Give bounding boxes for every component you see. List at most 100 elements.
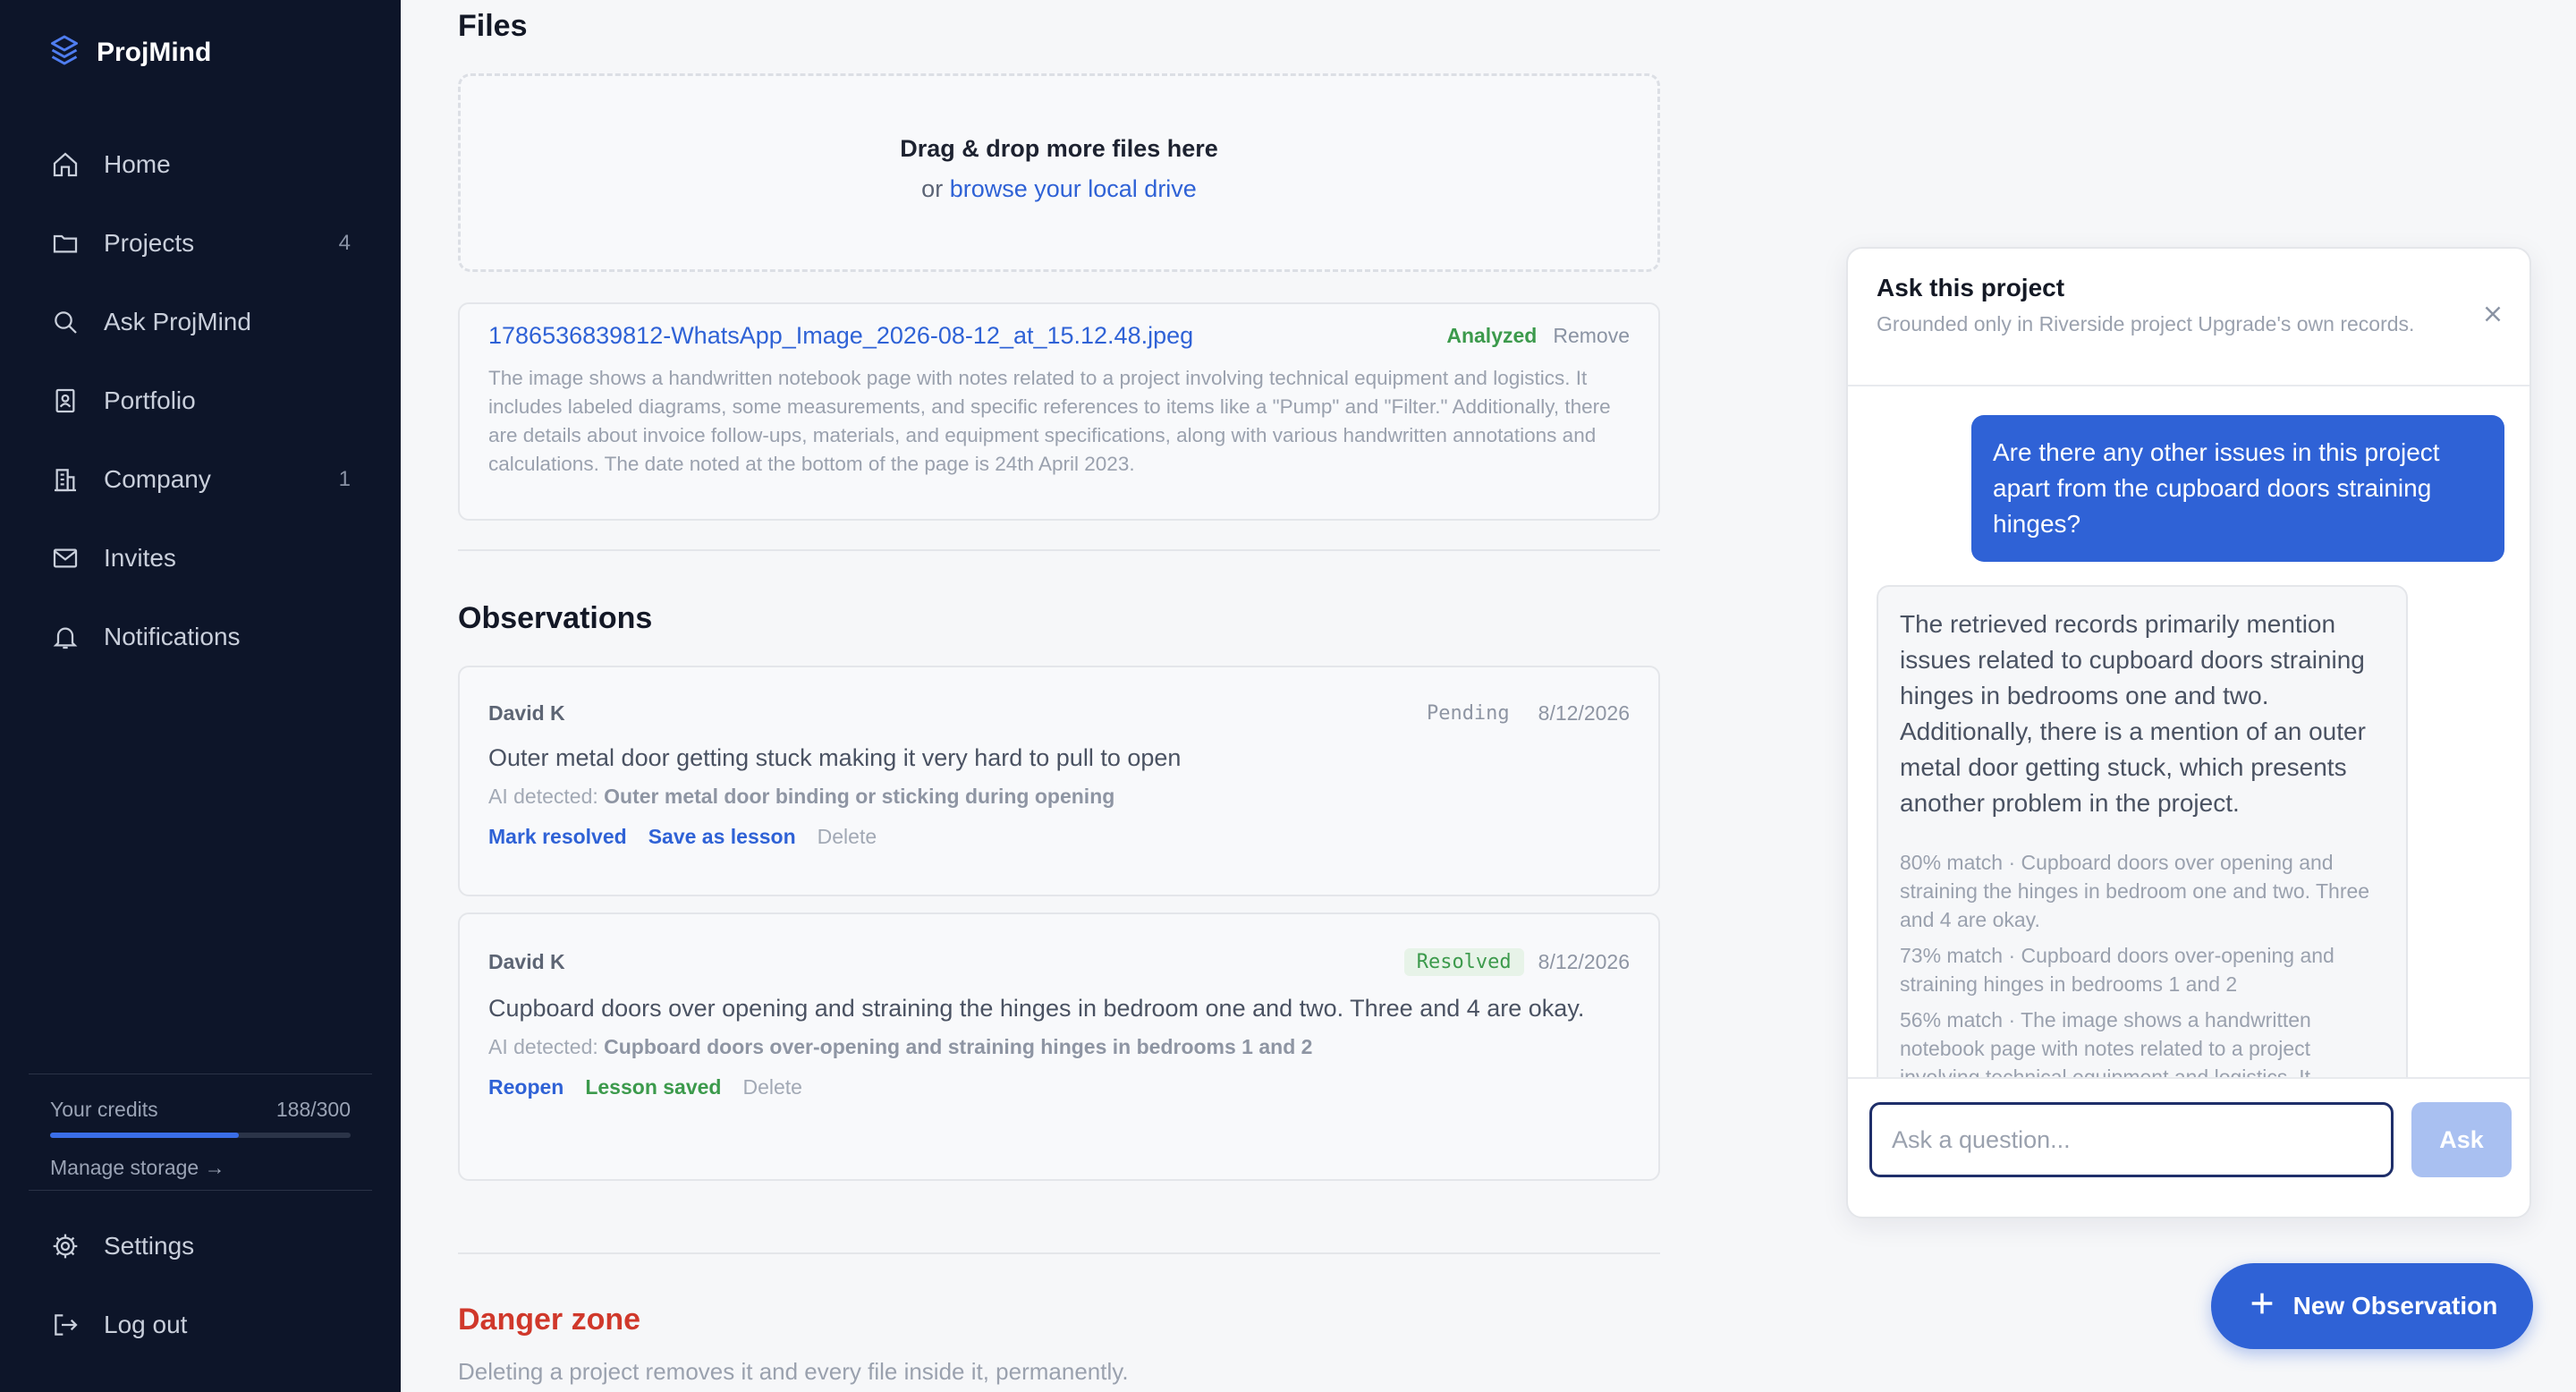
dropzone-title: Drag & drop more files here [900,135,1218,162]
user-message: Are there any other issues in this proje… [1971,415,2504,562]
credits-value: 188/300 [275,1098,351,1121]
ask-question-input[interactable] [1869,1102,2394,1177]
file-status-badge: Analyzed [1446,324,1538,347]
delete-button[interactable]: Delete [742,1075,801,1099]
observation-author: David K [488,701,565,725]
assistant-message-text: The retrieved records primarily mention … [1900,610,2366,817]
file-card: 1786536839812-WhatsApp_Image_2026-08-12_… [458,302,1660,521]
new-observation-button[interactable]: New Observation [2211,1263,2533,1349]
sidebar-bottom: Settings Log out [29,1190,372,1364]
observation-text: Cupboard doors over opening and strainin… [488,995,1585,1022]
sidebar-item-label: Home [104,150,171,178]
ai-prefix: AI detected: [488,785,598,808]
observation-card: David K Pending 8/12/2026 Outer metal do… [458,666,1660,896]
sidebar-item-count: 4 [338,231,351,255]
ask-panel-title: Ask this project [1877,274,2065,301]
divider [458,1252,1660,1254]
sidebar-item-logout[interactable]: Log out [29,1286,372,1364]
ai-detected-text: Cupboard doors over-opening and strainin… [604,1035,1313,1058]
ai-detection: AI detected: Cupboard doors over-opening… [488,1035,1630,1059]
search-icon [50,307,80,337]
sidebar-item-projects[interactable]: Projects 4 [27,204,374,283]
observation-author: David K [488,950,565,973]
observation-card: David K Resolved 8/12/2026 Cupboard door… [458,912,1660,1181]
status-badge: Pending [1426,702,1510,725]
observation-date: 8/12/2026 [1538,701,1630,725]
remove-file-button[interactable]: Remove [1553,324,1630,348]
brand[interactable]: ProjMind [48,34,211,71]
sidebar-item-label: Portfolio [104,386,196,414]
sidebar-item-label: Projects [104,229,195,257]
mark-resolved-button[interactable]: Mark resolved [488,825,627,849]
ask-button[interactable]: Ask [2411,1102,2512,1177]
sidebar-item-count: 1 [338,467,351,491]
file-description: The image shows a handwritten notebook p… [488,367,1611,475]
danger-zone-text: Deleting a project removes it and every … [458,1358,1129,1385]
lesson-saved-button[interactable]: Lesson saved [585,1075,721,1099]
bell-icon [50,622,80,652]
observation-date: 8/12/2026 [1538,950,1630,973]
building-icon [50,464,80,495]
credits-progress-bar [50,1133,351,1138]
ask-panel-header: Ask this project Grounded only in Rivers… [1848,249,2529,386]
sidebar-item-label: Notifications [104,623,241,650]
ask-project-panel: Ask this project Grounded only in Rivers… [1846,247,2531,1218]
ai-detection: AI detected: Outer metal door binding or… [488,785,1630,809]
chat-thread[interactable]: Are there any other issues in this proje… [1848,386,2529,1077]
manage-storage-link[interactable]: Manage storage → [50,1156,351,1180]
divider [458,549,1660,551]
delete-button[interactable]: Delete [818,825,877,849]
close-icon[interactable] [2479,301,2506,327]
home-icon [50,149,80,180]
logo-icon [48,34,80,71]
credits-panel: Your credits 188/300 Manage storage → [29,1074,372,1180]
dropzone-or: or [921,175,944,202]
dropzone-subtitle: or browse your local drive [461,175,1657,203]
observation-text: Outer metal door getting stuck making it… [488,744,1182,771]
sidebar-item-label: Ask ProjMind [104,308,251,335]
file-dropzone[interactable]: Drag & drop more files here or browse yo… [458,73,1660,272]
credits-label: Your credits [50,1098,158,1121]
assistant-message: The retrieved records primarily mention … [1877,585,2408,1077]
ai-detected-text: Outer metal door binding or sticking dur… [604,785,1115,808]
source-item: 73% match · Cupboard doors over-opening … [1900,944,2334,996]
file-name-link[interactable]: 1786536839812-WhatsApp_Image_2026-08-12_… [488,322,1446,350]
sidebar-item-label: Invites [104,544,176,572]
sidebar: ProjMind Home Projects 4 Ask ProjMind Po… [0,0,401,1392]
sidebar-item-portfolio[interactable]: Portfolio [27,361,374,440]
observations-title: Observations [458,601,653,635]
sidebar-item-settings[interactable]: Settings [29,1207,372,1286]
ai-prefix: AI detected: [488,1035,598,1058]
ask-panel-footer: Ask [1848,1077,2529,1217]
sidebar-item-notifications[interactable]: Notifications [27,598,374,676]
folder-icon [50,228,80,259]
credits-progress-fill [50,1133,239,1138]
mail-icon [50,543,80,573]
source-item: 80% match · Cupboard doors over opening … [1900,851,2370,931]
sidebar-nav: Home Projects 4 Ask ProjMind Portfolio C… [27,125,374,676]
logout-icon [50,1310,80,1340]
sidebar-item-label: Log out [104,1311,188,1338]
sidebar-item-label: Settings [104,1232,195,1260]
brand-name: ProjMind [97,37,212,67]
observation-actions: Reopen Lesson saved Delete [488,1075,1630,1099]
sidebar-item-invites[interactable]: Invites [27,519,374,598]
files-title: Files [458,9,528,43]
sidebar-item-ask-projmind[interactable]: Ask ProjMind [27,283,374,361]
ask-panel-subtitle: Grounded only in Riverside project Upgra… [1877,312,2415,335]
observation-actions: Mark resolved Save as lesson Delete [488,825,1630,849]
reopen-button[interactable]: Reopen [488,1075,564,1099]
sidebar-item-home[interactable]: Home [27,125,374,204]
plus-icon [2247,1288,2277,1325]
source-item: 56% match · The image shows a handwritte… [1900,1008,2311,1077]
portfolio-icon [50,386,80,416]
source-list: 80% match · Cupboard doors over opening … [1900,848,2385,1077]
status-badge: Resolved [1403,948,1524,976]
sidebar-item-label: Company [104,465,211,493]
sidebar-item-company[interactable]: Company 1 [27,440,374,519]
new-observation-label: New Observation [2292,1292,2498,1320]
browse-drive-link[interactable]: browse your local drive [950,175,1197,202]
danger-zone-title: Danger zone [458,1303,641,1337]
save-as-lesson-button[interactable]: Save as lesson [648,825,796,849]
gear-icon [50,1231,80,1261]
